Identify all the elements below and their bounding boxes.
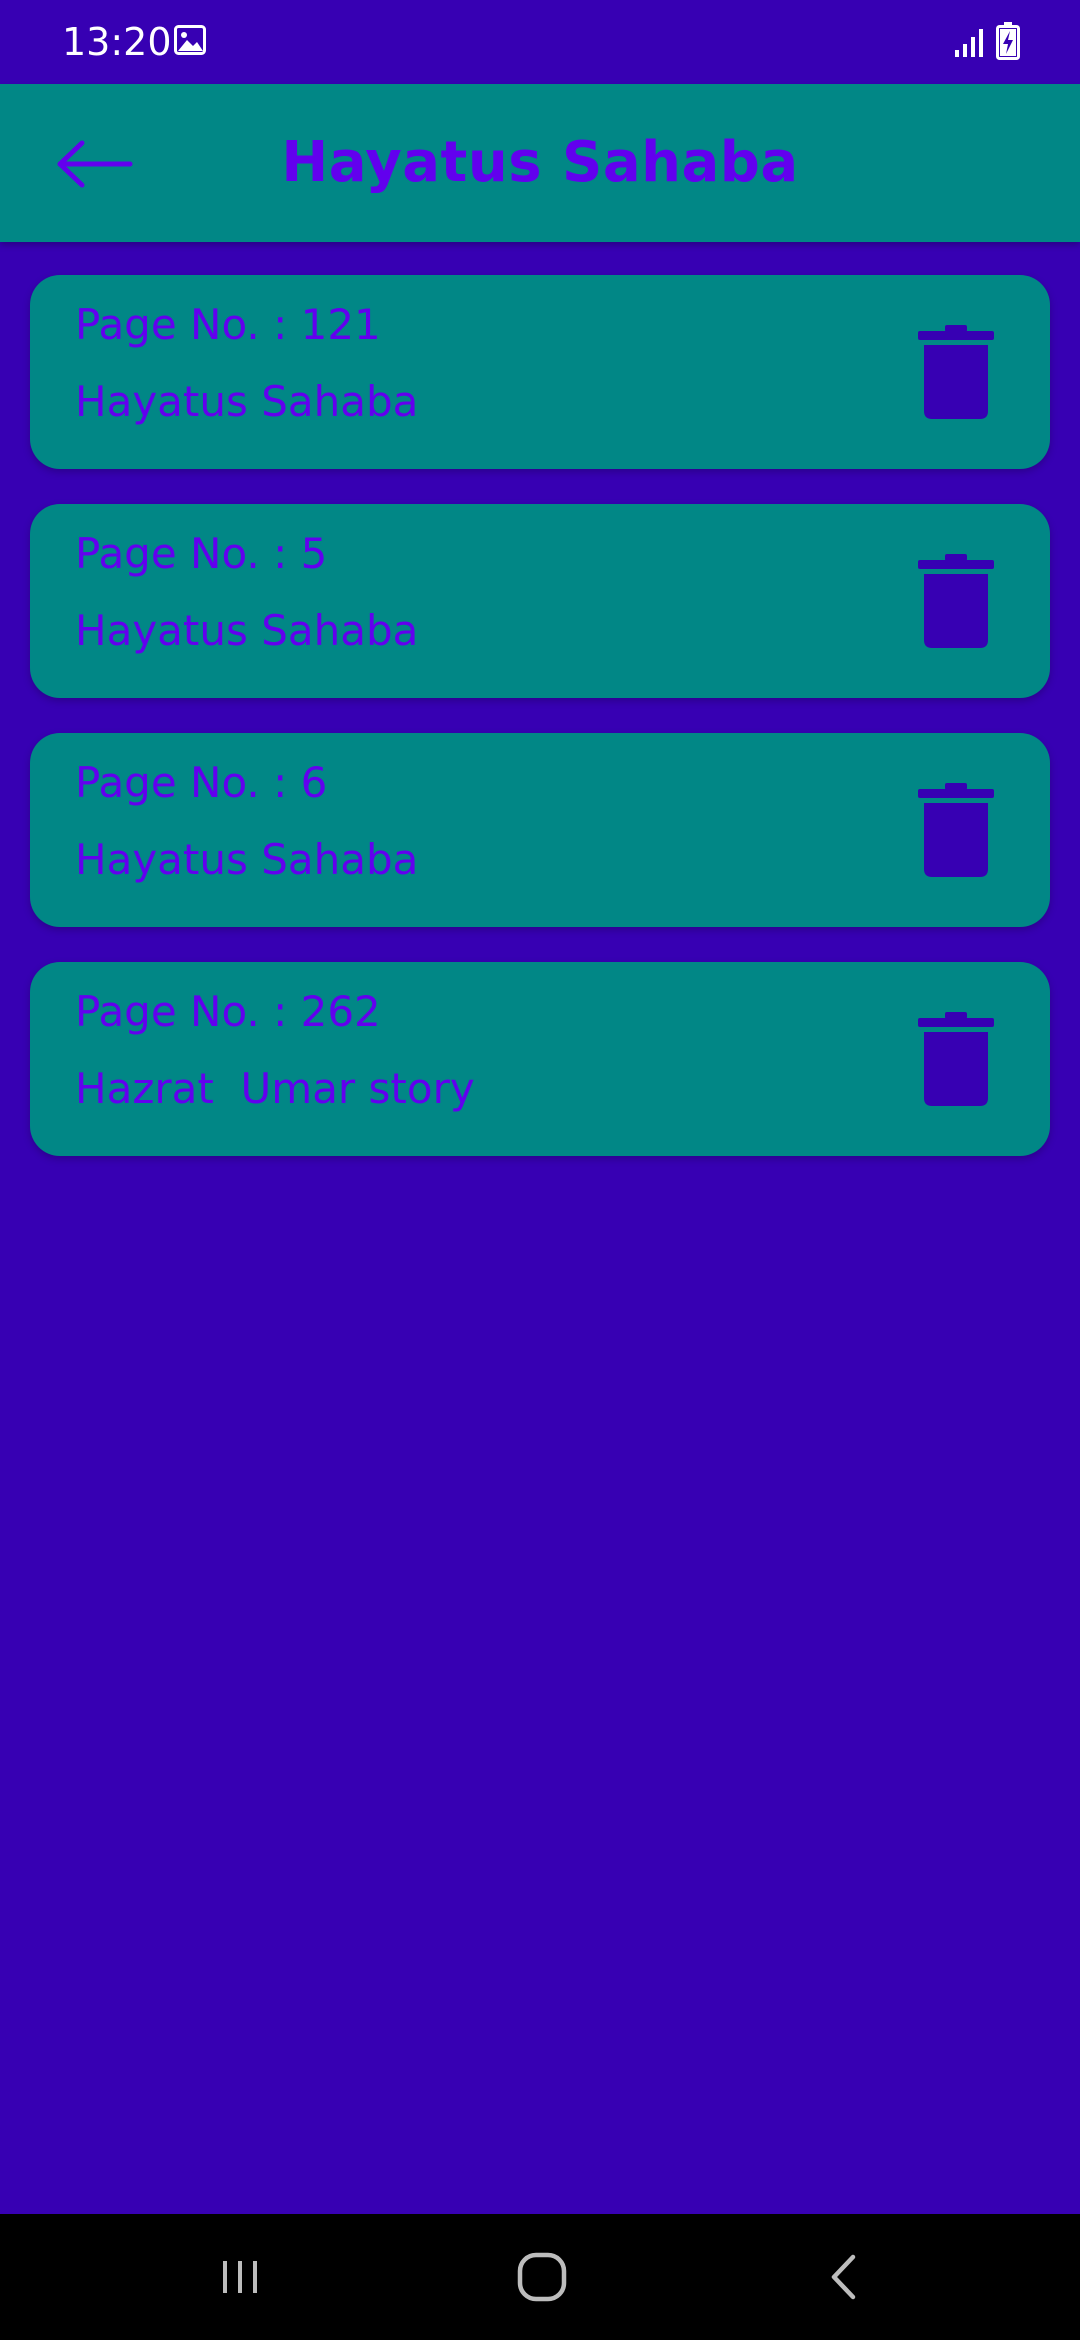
signal-icon <box>955 29 983 57</box>
recent-apps-button[interactable] <box>205 2242 275 2312</box>
back-button[interactable] <box>44 124 144 204</box>
back-icon <box>831 2254 856 2300</box>
page-title: Hayatus Sahaba <box>281 130 799 195</box>
recent-apps-icon <box>223 2261 257 2293</box>
trash-icon[interactable] <box>918 783 994 877</box>
arrow-left-icon <box>57 140 133 188</box>
bookmark-book-title: Hayatus Sahaba <box>75 835 419 884</box>
trash-icon[interactable] <box>918 554 994 648</box>
bookmark-page-number: Page No. : 121 <box>75 300 381 349</box>
app-bar: Hayatus Sahaba <box>0 84 1080 242</box>
home-icon <box>517 2252 567 2302</box>
bookmark-page-number: Page No. : 262 <box>75 987 381 1036</box>
bookmark-card[interactable]: Page No. : 6 Hayatus Sahaba <box>30 733 1050 927</box>
bookmark-list: Page No. : 121 Hayatus Sahaba Page No. :… <box>30 275 1050 1191</box>
trash-icon[interactable] <box>918 1012 994 1106</box>
gallery-icon <box>174 25 206 55</box>
bookmark-card[interactable]: Page No. : 262 Hazrat Umar story <box>30 962 1050 1156</box>
battery-charging-icon <box>996 22 1020 60</box>
bookmark-book-title: Hayatus Sahaba <box>75 606 419 655</box>
home-button[interactable] <box>507 2242 577 2312</box>
nav-back-button[interactable] <box>810 2242 880 2312</box>
system-nav-bar <box>0 2214 1080 2340</box>
trash-icon[interactable] <box>918 325 994 419</box>
bookmark-page-number: Page No. : 6 <box>75 758 328 807</box>
bookmark-book-title: Hazrat Umar story <box>75 1064 475 1113</box>
status-bar: 13:20 <box>0 0 1080 84</box>
bookmark-card[interactable]: Page No. : 121 Hayatus Sahaba <box>30 275 1050 469</box>
bookmark-page-number: Page No. : 5 <box>75 529 328 578</box>
status-time: 13:20 <box>62 20 172 64</box>
bookmark-card[interactable]: Page No. : 5 Hayatus Sahaba <box>30 504 1050 698</box>
bookmark-book-title: Hayatus Sahaba <box>75 377 419 426</box>
